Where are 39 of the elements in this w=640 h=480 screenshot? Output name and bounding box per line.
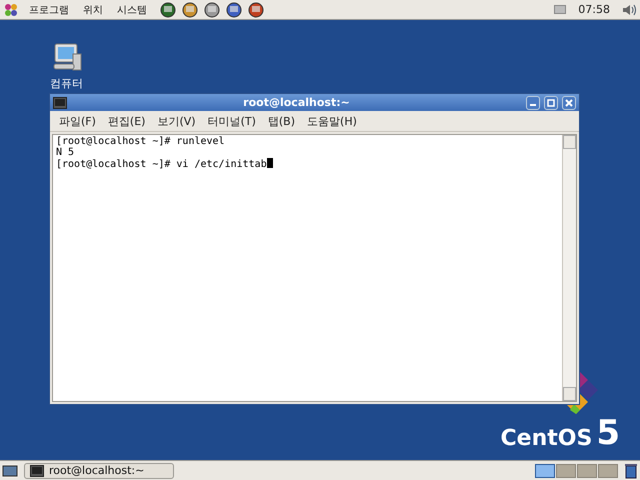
panel-menu[interactable]: 프로그램 (26, 2, 72, 16)
workspace-button[interactable] (535, 464, 555, 478)
launcher-icon[interactable] (224, 0, 244, 18)
launcher-icon[interactable] (180, 0, 200, 18)
menu-item[interactable]: 터미널(T) (202, 114, 261, 128)
terminal-icon (30, 464, 44, 476)
launcher-icon[interactable] (202, 0, 222, 18)
close-icon (565, 98, 573, 106)
maximize-icon (547, 98, 555, 106)
workspace-button[interactable] (598, 464, 618, 478)
clock[interactable]: 07:58 (578, 3, 610, 16)
scrollbar[interactable] (562, 135, 576, 401)
workspace-button[interactable] (577, 464, 597, 478)
minimize-icon (530, 104, 536, 106)
menu-item[interactable]: 도움말(H) (302, 114, 362, 128)
launcher-icon[interactable] (246, 0, 266, 18)
taskbar-button[interactable]: root@localhost:~ (24, 462, 174, 478)
terminal-icon (53, 96, 67, 108)
menu-item[interactable]: 편집(E) (102, 114, 150, 128)
logo-text: CentOS (500, 428, 592, 450)
app-menu-icon[interactable] (4, 2, 18, 16)
close-button[interactable] (562, 96, 576, 110)
workspace-button[interactable] (556, 464, 576, 478)
launcher-icon[interactable] (158, 0, 178, 18)
trash-icon[interactable] (624, 462, 638, 478)
window-title: root@localhost:~ (242, 96, 351, 109)
computer-icon[interactable] (50, 42, 82, 72)
keyboard-icon[interactable] (554, 5, 566, 14)
icon-label: 컴퓨터 (50, 76, 83, 91)
panel-menu[interactable]: 시스템 (114, 2, 150, 16)
menu-item[interactable]: 파일(F) (54, 114, 101, 128)
panel-menu[interactable]: 위치 (80, 2, 106, 16)
show-desktop-icon[interactable] (2, 464, 18, 478)
menu-item[interactable]: 탭(B) (262, 114, 300, 128)
menu-item[interactable]: 보기(V) (152, 114, 201, 128)
volume-icon[interactable] (622, 2, 636, 16)
maximize-button[interactable] (544, 96, 558, 110)
logo-version: 5 (596, 416, 620, 450)
minimize-button[interactable] (526, 96, 540, 110)
